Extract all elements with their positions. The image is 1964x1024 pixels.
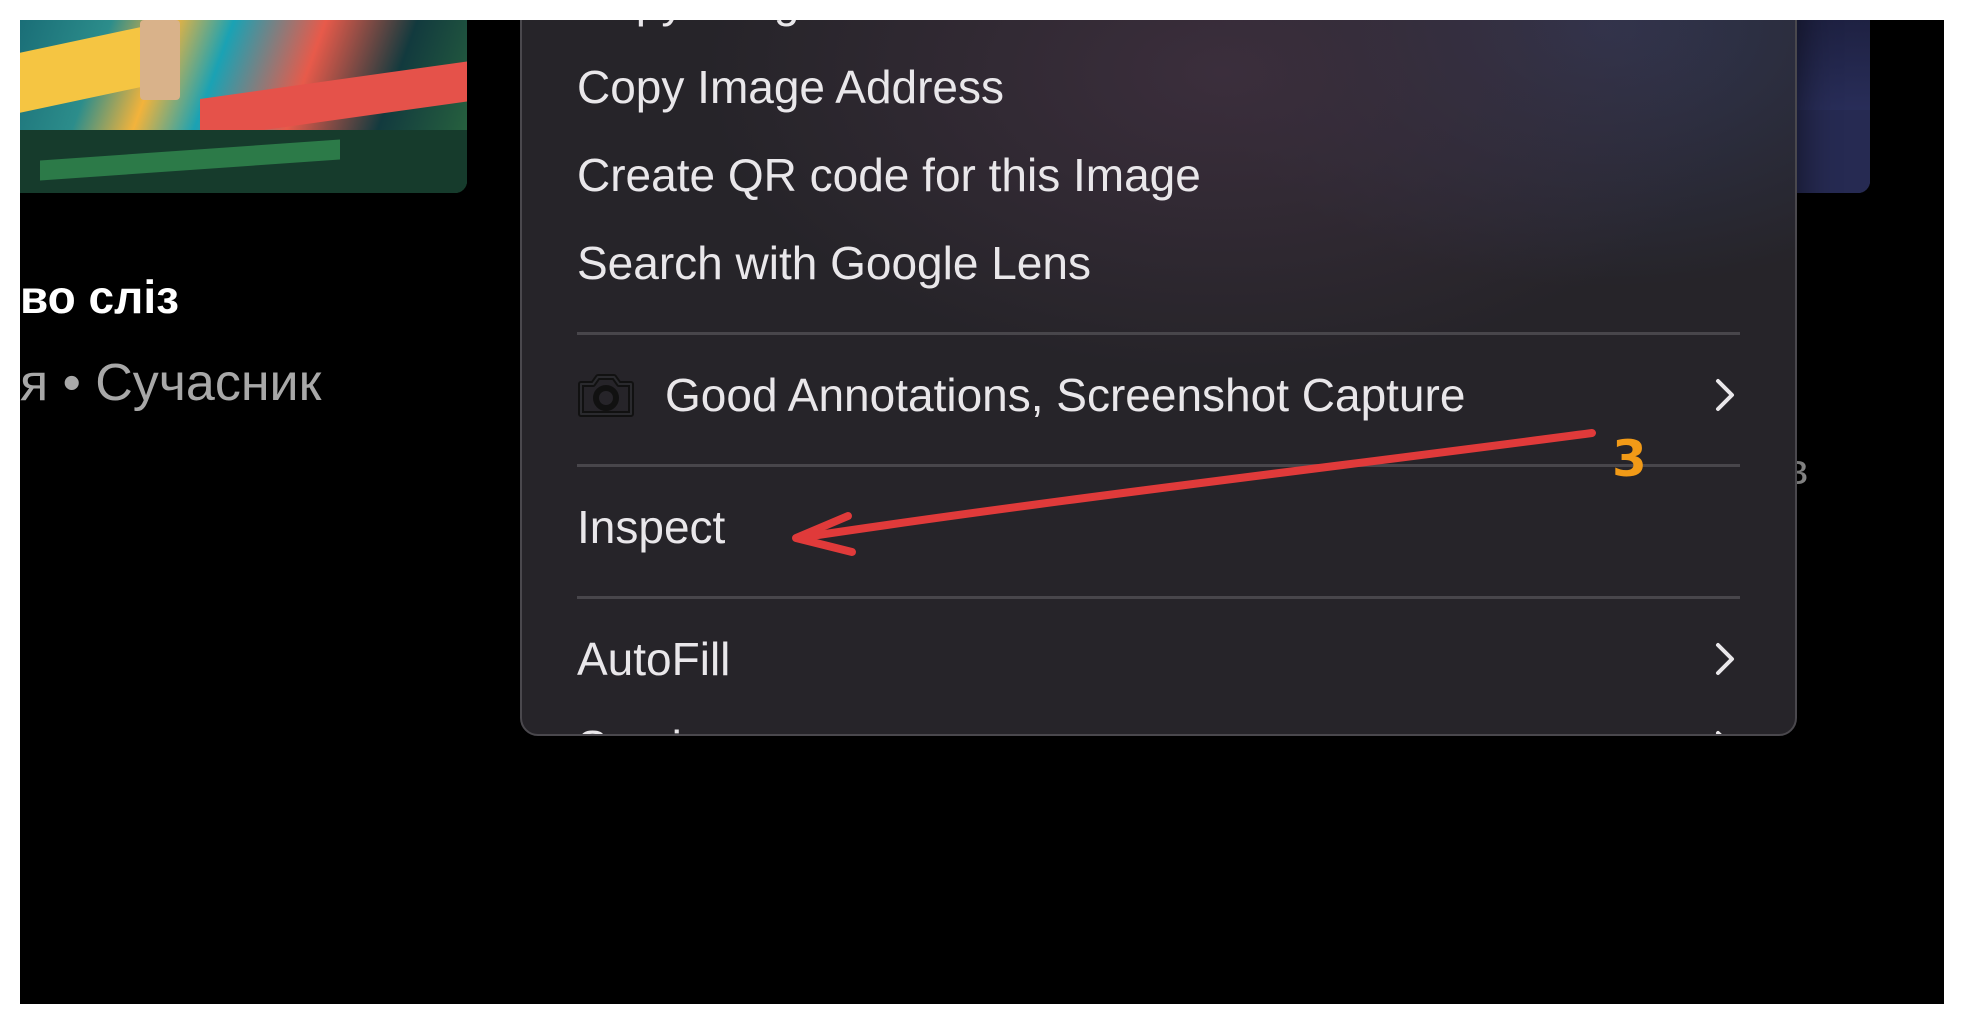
menu-item-label: AutoFill (577, 633, 731, 685)
menu-separator (577, 332, 1740, 335)
chevron-right-icon (1710, 375, 1740, 415)
menu-separator (577, 596, 1740, 599)
chevron-right-icon (1710, 639, 1740, 679)
menu-item-label: Good Annotations, Screenshot Capture (665, 369, 1466, 421)
screenshot-frame: во сліз я • Сучасник в Copy Image Copy I… (20, 20, 1944, 1004)
menu-item-autofill[interactable]: AutoFill (577, 626, 1740, 692)
menu-item-copy-image-address[interactable]: Copy Image Address (577, 54, 1740, 120)
menu-item-label: Copy Image Address (577, 61, 1005, 113)
annotation-step-number: 3 (1612, 430, 1647, 488)
artwork-shape (200, 61, 467, 139)
menu-item-label: Create QR code for this Image (577, 149, 1201, 201)
menu-item-label: Search with Google Lens (577, 237, 1091, 289)
book-subtitle: я • Сучасник (20, 354, 322, 412)
menu-separator (577, 464, 1740, 467)
chevron-right-icon (1710, 727, 1740, 734)
menu-item-search-google-lens[interactable]: Search with Google Lens (577, 230, 1740, 296)
context-menu: Copy Image Copy Image Address Create QR … (520, 20, 1797, 736)
menu-item-good-annotations[interactable]: Good Annotations, Screenshot Capture (577, 362, 1740, 428)
book-title[interactable]: во сліз (20, 270, 179, 324)
menu-item-copy-image[interactable]: Copy Image (577, 20, 1740, 34)
artwork-thumbnail-left[interactable] (20, 20, 467, 193)
menu-item-services[interactable]: Services (577, 714, 1740, 734)
menu-item-label: Copy Image (577, 20, 1740, 28)
menu-item-label: Inspect (577, 501, 726, 553)
menu-item-label: Services (577, 720, 1710, 734)
menu-item-inspect[interactable]: Inspect (577, 494, 1740, 560)
camera-icon (577, 370, 637, 420)
menu-item-create-qr-code[interactable]: Create QR code for this Image (577, 142, 1740, 208)
artwork-figure (140, 20, 180, 100)
artwork-shape (20, 27, 140, 113)
